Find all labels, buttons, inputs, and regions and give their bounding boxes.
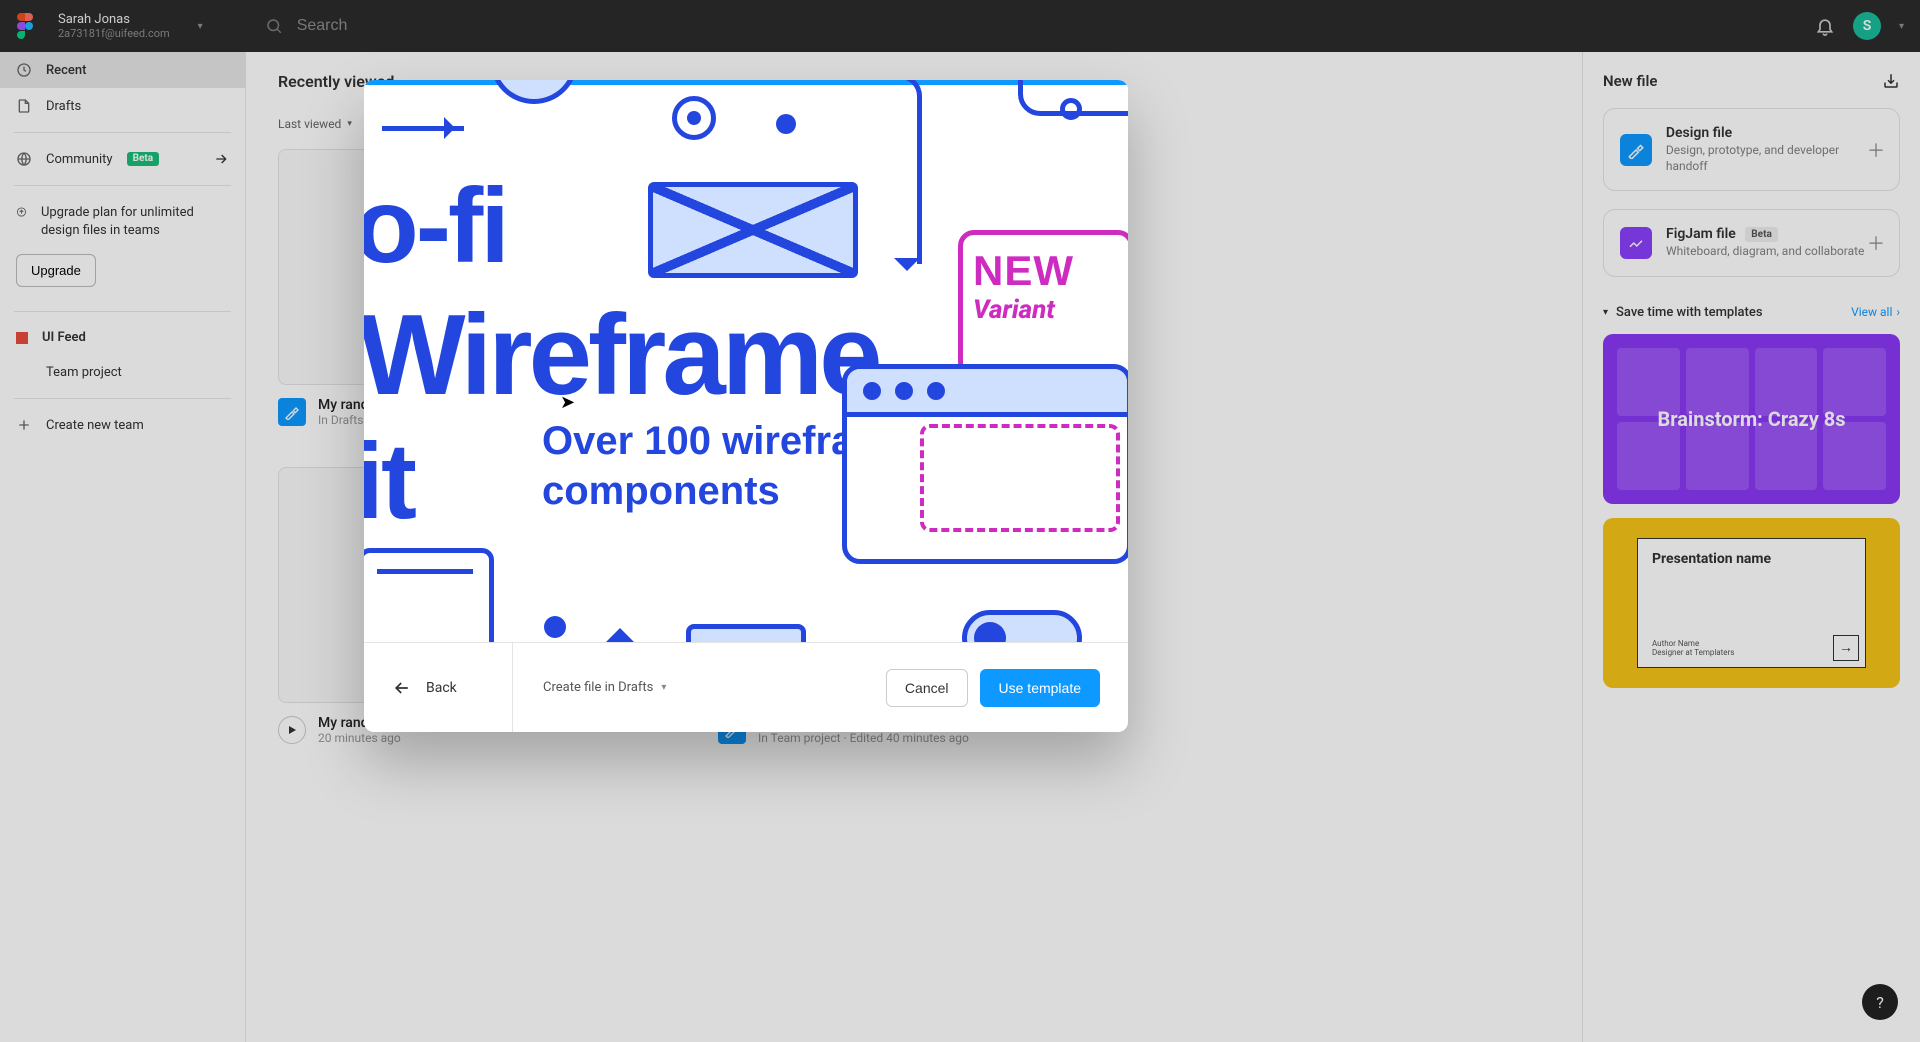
hero-text: o-fi xyxy=(364,166,507,287)
decoration-icon xyxy=(364,548,494,642)
arrow-down-icon xyxy=(862,80,922,264)
divider xyxy=(512,643,513,732)
toggle-illustration-icon xyxy=(962,610,1082,642)
arrow-up-icon xyxy=(602,610,638,642)
progress-bar xyxy=(364,80,1128,85)
modal-toolbar: Back Create file in Drafts ▾ Cancel Use … xyxy=(364,642,1128,732)
decoration-icon xyxy=(544,616,566,638)
use-template-button[interactable]: Use template xyxy=(980,669,1100,707)
decoration-icon xyxy=(1060,98,1082,120)
decoration-icon xyxy=(672,96,716,140)
chevron-down-icon: ▾ xyxy=(661,682,666,693)
hero-text: Wireframe xyxy=(364,290,879,421)
decoration-icon xyxy=(686,624,806,642)
back-button[interactable]: Back xyxy=(392,678,512,698)
hero-text: it xyxy=(364,418,414,543)
template-preview-modal: o-fi Wireframe it Over 100 wireframing c… xyxy=(364,80,1128,732)
decoration-icon xyxy=(776,114,796,134)
arrow-left-icon xyxy=(392,678,412,698)
arrow-right-icon xyxy=(382,126,464,131)
decoration-icon xyxy=(490,80,578,104)
template-hero: o-fi Wireframe it Over 100 wireframing c… xyxy=(364,80,1128,642)
selection-box-icon xyxy=(920,424,1120,532)
cancel-button[interactable]: Cancel xyxy=(886,669,968,707)
wireframe-placeholder-icon xyxy=(648,182,858,278)
create-location-dropdown[interactable]: Create file in Drafts ▾ xyxy=(543,680,666,695)
